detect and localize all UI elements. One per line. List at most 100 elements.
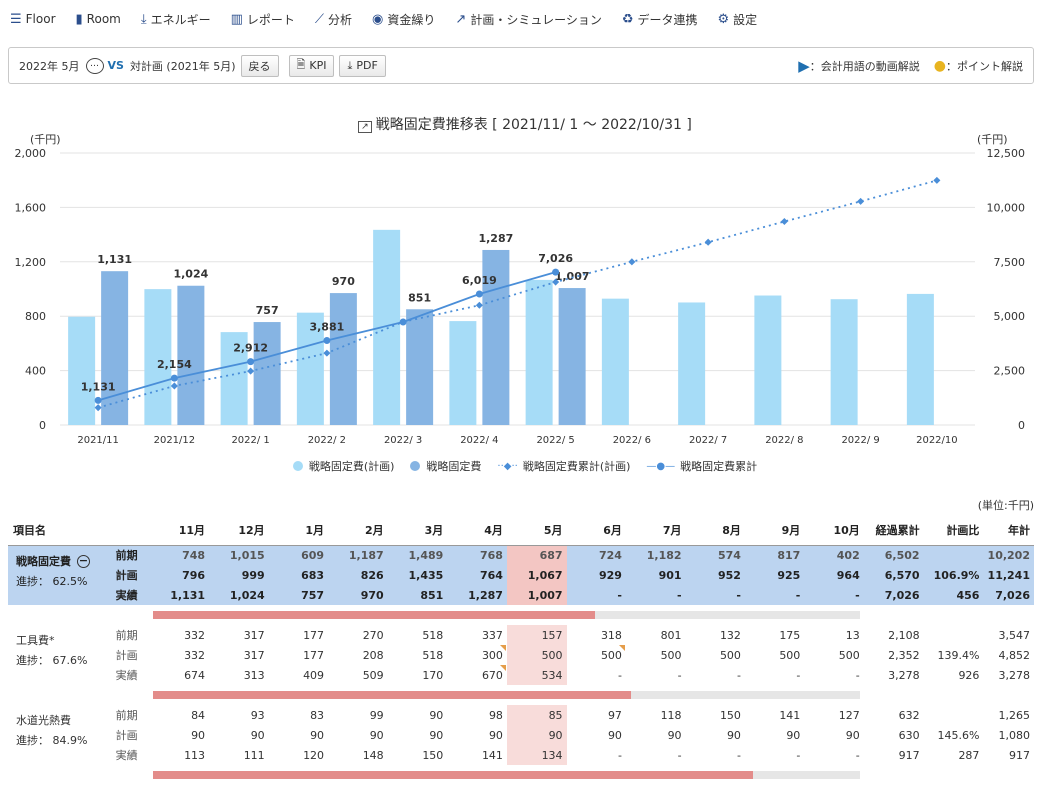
progress-bar xyxy=(153,771,860,779)
row-type-label: 計画 xyxy=(111,565,150,585)
compare-label[interactable]: 対計画 (2021年 5月) xyxy=(130,58,236,74)
table-cell: - xyxy=(804,585,864,605)
table-cell: 332 xyxy=(184,628,206,642)
line-chart-icon: ⟋ xyxy=(314,11,325,27)
table-cell: 500 xyxy=(660,648,682,662)
column-header: 2月 xyxy=(328,515,388,546)
column-header: 12月 xyxy=(209,515,269,546)
table-cell: 724 xyxy=(566,545,626,565)
point-actual-cumulative xyxy=(94,396,102,404)
unit-label: (単位:千円) xyxy=(977,499,1034,512)
nav-item-6[interactable]: ↗ 計画・シミュレーション xyxy=(455,11,601,28)
bar-actual xyxy=(177,285,205,425)
back-button[interactable]: 戻る xyxy=(240,54,279,77)
progress-bar xyxy=(153,611,860,619)
comment-bubble-icon[interactable]: … xyxy=(85,57,104,74)
table-cell: 917 xyxy=(1009,748,1030,762)
table-cell: 85 xyxy=(506,705,567,725)
video-play-icon[interactable]: ▶ xyxy=(798,57,810,75)
table-cell: 90 xyxy=(488,728,503,742)
x-tick-label: 2021/11 xyxy=(77,435,119,446)
x-tick-label: 2022/ 1 xyxy=(231,435,269,446)
table-cell: 2,108 xyxy=(888,628,920,642)
table-cell: 99 xyxy=(369,708,384,722)
legend-label: 戦略固定費 xyxy=(426,460,482,473)
point-plan-cumulative xyxy=(780,217,788,226)
pdf-button[interactable]: ⤓ PDF xyxy=(339,54,386,77)
table-row: 計画 796 999 683 826 1,435 764 1,067 929 901 952 925 9… xyxy=(8,565,1034,585)
collapse-icon[interactable]: − xyxy=(77,555,90,568)
table-cell: 10,202 xyxy=(983,545,1034,565)
table-cell: 1,067 xyxy=(506,565,567,585)
point-plan-cumulative xyxy=(857,197,865,205)
y-tick-right: 2,500 xyxy=(994,365,1026,378)
nav-item-4[interactable]: ⟋ 分析 xyxy=(315,11,352,28)
table-row: 実績 674 313 409 509 170 670 534 - - - - - 3,278 926 3,27… xyxy=(8,665,1034,685)
nav-item-3[interactable]: ▥ レポート xyxy=(231,11,295,28)
bar-chart-icon: ▥ xyxy=(230,11,243,27)
y-tick-right: 10,000 xyxy=(987,201,1026,214)
x-tick-label: 2022/ 6 xyxy=(613,435,651,446)
row-type-label: 前期 xyxy=(115,629,138,642)
table-cell: 317 xyxy=(243,628,265,642)
nav-item-label: 分析 xyxy=(328,12,353,27)
legend-item[interactable]: 戦略固定費(計画) xyxy=(292,458,395,474)
bar-data-label: 757 xyxy=(256,304,279,317)
x-tick-label: 2022/ 9 xyxy=(841,435,879,446)
table-cell: - xyxy=(677,668,682,682)
table-cell: 1,024 xyxy=(209,585,269,605)
nav-item-5[interactable]: ◉ 資金繰り xyxy=(372,11,435,28)
table-cell: - xyxy=(736,748,741,762)
bar-data-label: 1,024 xyxy=(173,268,208,281)
table-cell: 106.9% xyxy=(923,565,984,585)
table-cell: 90 xyxy=(191,728,206,742)
table-cell: 534 xyxy=(506,665,567,685)
table-cell: 13 xyxy=(845,628,860,642)
table-cell: 456 xyxy=(923,585,984,605)
nav-item-1[interactable]: ▮ Room xyxy=(76,12,121,26)
nav-item-8[interactable]: ⚙ 設定 xyxy=(718,11,758,28)
legend-swatch xyxy=(410,461,421,471)
table-cell: 141 xyxy=(779,708,801,722)
table-cell: 1,131 xyxy=(149,585,210,605)
kpi-button[interactable]: 🗎 KPI xyxy=(288,54,335,77)
gear-icon: ⚙ xyxy=(717,11,730,27)
table-cell: 120 xyxy=(303,748,325,762)
column-header xyxy=(111,515,150,546)
y-tick-left: 1,600 xyxy=(15,201,47,214)
progress-bar-fill xyxy=(153,771,754,779)
legend-item[interactable]: —●— 戦略固定費累計 xyxy=(646,458,757,474)
table-cell: 409 xyxy=(303,668,325,682)
table-cell: 157 xyxy=(506,625,567,645)
table-cell: 964 xyxy=(804,565,864,585)
table-cell: 970 xyxy=(328,585,388,605)
layers-icon: ☰ xyxy=(10,11,22,27)
progress-row xyxy=(8,685,1034,705)
legend-label: 戦略固定費(計画) xyxy=(308,460,395,473)
table-cell: 817 xyxy=(744,545,805,565)
legend-item[interactable]: 戦略固定費 xyxy=(410,458,481,474)
table-row: 計画 332 317 177 208 518 300 500 500 500 500 500 500 2,… xyxy=(8,645,1034,665)
progress-bar-fill xyxy=(153,691,631,699)
table-cell: 287 xyxy=(958,748,980,762)
pdf-button-label: PDF xyxy=(356,59,378,72)
point-actual-cumulative xyxy=(323,337,331,345)
x-tick-label: 2022/ 7 xyxy=(689,435,727,446)
nav-item-7[interactable]: ♻ データ連携 xyxy=(622,11,698,28)
nav-item-2[interactable]: ⤓ エネルギー xyxy=(141,11,211,28)
table-cell: 84 xyxy=(191,708,206,722)
point-actual-cumulative xyxy=(399,318,407,326)
table-cell: 768 xyxy=(447,545,507,565)
legend-item[interactable]: ··◆·· 戦略固定費累計(計画) xyxy=(497,458,630,474)
x-tick-label: 2022/10 xyxy=(916,435,958,446)
column-header: 3月 xyxy=(387,515,448,546)
top-navigation: ☰ Floor ▮ Room ⤓ エネルギー ▥ レポート ⟋ 分析 ◉ 資金繰り ↗ 計画・シミュレーシ… xyxy=(0,0,1050,38)
row-group-name: 戦略固定費 − 進捗： 62.5% xyxy=(8,545,112,605)
nav-item-0[interactable]: ☰ Floor xyxy=(10,12,56,26)
document-icon: 🗎 xyxy=(296,58,306,71)
lightbulb-icon[interactable]: ● xyxy=(934,58,946,74)
table-cell: - xyxy=(796,748,801,762)
bar-plan xyxy=(525,279,553,425)
table-cell: 952 xyxy=(685,565,745,585)
y-tick-left: 400 xyxy=(25,365,46,378)
